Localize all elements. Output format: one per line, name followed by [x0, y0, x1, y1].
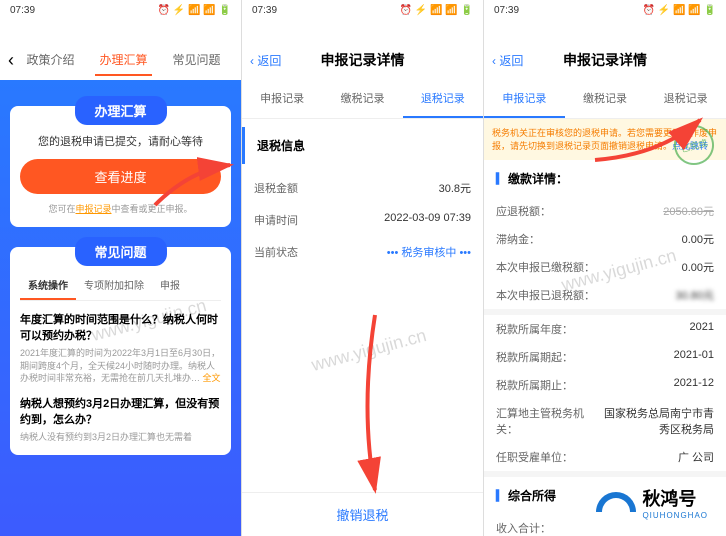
faq-tabs: 系统操作 专项附加扣除 申报: [20, 271, 221, 301]
tab-faq[interactable]: 常见问题: [168, 45, 224, 76]
table-row: 应退税额： 2050.80元: [484, 197, 726, 225]
value-period-start: 2021-01: [674, 349, 714, 365]
payment-details-title: 缴款详情：: [484, 160, 726, 197]
faq-answer-1: 2021年度汇算的时间为2022年3月1日至6月30日，期间跨度4个月，全天候2…: [20, 347, 221, 385]
refund-info-title: 退税信息: [242, 127, 483, 164]
faq-answer-2: 纳税人没有预约到3月2日办理汇算也无需着: [20, 431, 221, 444]
status-bar: 07:39 ⏰ ⚡ 📶 📶 🔋: [242, 0, 483, 20]
faq-tab-declare[interactable]: 申报: [152, 271, 188, 300]
value-late-fee: 0.00元: [682, 231, 714, 247]
submit-message: 您的退税申请已提交，请耐心等待: [20, 133, 221, 149]
value-refunded: 30.80元: [675, 287, 714, 303]
back-button[interactable]: ‹ 返回: [492, 52, 523, 69]
phone-screen-3: 07:39 ⏰ ⚡ 📶 📶 🔋 ‹ 返回 申报记录详情 申报记录 缴税记录 退税…: [484, 0, 726, 536]
tab-declare-record[interactable]: 申报记录: [242, 80, 322, 118]
tab-pay-record[interactable]: 缴税记录: [322, 80, 402, 118]
phone-screen-1: 07:39 ⏰ ⚡ 📶 📶 🔋 ‹ 政策介绍 办理汇算 常见问题 办理汇算 您的…: [0, 0, 242, 536]
page-title: 申报记录详情: [321, 50, 405, 70]
value-refund-amount: 30.8元: [439, 180, 471, 196]
table-row: 汇算地主管税务机关： 国家税务总局南宁市青秀区税务局: [484, 399, 726, 443]
table-row: 退税金额 30.8元: [242, 172, 483, 204]
process-card: 办理汇算 您的退税申请已提交，请耐心等待 查看进度 您可在申报记录中查看或更正申…: [10, 106, 231, 227]
tab-refund-record[interactable]: 退税记录: [403, 80, 483, 118]
label-status: 当前状态: [254, 244, 298, 260]
tab-declare-record[interactable]: 申报记录: [484, 80, 565, 118]
page-title: 申报记录详情: [563, 50, 647, 70]
status-bar: 07:39 ⏰ ⚡ 📶 📶 🔋: [484, 0, 726, 20]
record-tabs: 申报记录 缴税记录 退税记录: [484, 80, 726, 119]
tab-policy[interactable]: 政策介绍: [22, 45, 78, 76]
table-row: 任职受雇单位： 广 公司: [484, 443, 726, 471]
tab-pay-record[interactable]: 缴税记录: [565, 80, 646, 118]
tab-refund-record[interactable]: 退税记录: [645, 80, 726, 118]
table-row: 税款所属期起： 2021-01: [484, 343, 726, 371]
logo-en: QIUHONGHAO: [642, 511, 708, 520]
status-time: 07:39: [494, 5, 519, 16]
value-employer: 广 公司: [678, 449, 714, 465]
card-title: 常见问题: [74, 237, 166, 266]
main-tabs: 政策介绍 办理汇算 常见问题: [14, 45, 233, 76]
label-income-total: 收入合计：: [496, 520, 551, 536]
record-tabs: 申报记录 缴税记录 退税记录: [242, 80, 483, 119]
faq-card: 常见问题 系统操作 专项附加扣除 申报 年度汇算的时间范围是什么？纳税人何时可以…: [10, 247, 231, 455]
phone-screen-2: 07:39 ⏰ ⚡ 📶 📶 🔋 ‹ 返回 申报记录详情 申报记录 缴税记录 退税…: [242, 0, 484, 536]
value-apply-time: 2022-03-09 07:39: [384, 212, 471, 228]
back-button[interactable]: ‹ 返回: [250, 52, 281, 69]
brand-logo: 秋鸿号 QIUHONGHAO: [588, 478, 716, 526]
header: ‹ 返回 申报记录详情: [484, 40, 726, 80]
table-row: 滞纳金： 0.00元: [484, 225, 726, 253]
body: 办理汇算 您的退税申请已提交，请耐心等待 查看进度 您可在申报记录中查看或更正申…: [0, 80, 241, 536]
logo-cn: 秋鸿号: [642, 485, 708, 511]
status-time: 07:39: [252, 5, 277, 16]
faq-tab-deduct[interactable]: 专项附加扣除: [76, 271, 152, 300]
status-bar: 07:39 ⏰ ⚡ 📶 📶 🔋: [0, 0, 241, 20]
record-link[interactable]: 申报记录: [75, 204, 111, 214]
value-period-end: 2021-12: [674, 377, 714, 393]
value-tax-year: 2021: [690, 321, 714, 337]
table-row: 本次申报已缴税额： 0.00元: [484, 253, 726, 281]
label-refund-amount: 退税金额: [254, 180, 298, 196]
table-row: 当前状态 ••• 税务审核中 •••: [242, 236, 483, 268]
hint-text: 您可在申报记录中查看或更正申报。: [20, 202, 221, 215]
logo-icon: [596, 482, 636, 522]
cancel-refund-button[interactable]: 撤销退税: [242, 492, 483, 536]
value-tax-authority: 国家税务总局南宁市青秀区税务局: [594, 405, 714, 437]
status-icons: ⏰ ⚡ 📶 📶 🔋: [158, 5, 231, 16]
value-refund-due: 2050.80元: [663, 203, 714, 219]
view-progress-button[interactable]: 查看进度: [20, 159, 221, 194]
label-apply-time: 申请时间: [254, 212, 298, 228]
table-row: 申请时间 2022-03-09 07:39: [242, 204, 483, 236]
table-row: 税款所属年度： 2021: [484, 315, 726, 343]
header: ‹ 政策介绍 办理汇算 常见问题: [0, 40, 241, 80]
faq-question-1[interactable]: 年度汇算的时间范围是什么？纳税人何时可以预约办税？: [20, 311, 221, 343]
card-title: 办理汇算: [74, 96, 166, 125]
table-row: 税款所属期止： 2021-12: [484, 371, 726, 399]
header: ‹ 返回 申报记录详情: [242, 40, 483, 80]
value-status[interactable]: ••• 税务审核中 •••: [387, 244, 471, 260]
table-row: 本次申报已退税额： 30.80元: [484, 281, 726, 309]
tab-process[interactable]: 办理汇算: [95, 45, 151, 76]
faq-tab-system[interactable]: 系统操作: [20, 271, 76, 300]
status-time: 07:39: [10, 5, 35, 16]
status-icons: ⏰ ⚡ 📶 📶 🔋: [643, 5, 716, 16]
status-icons: ⏰ ⚡ 📶 📶 🔋: [400, 5, 473, 16]
faq-question-2[interactable]: 纳税人想预约3月2日办理汇算，但没有预约到，怎么办？: [20, 395, 221, 427]
read-more-link[interactable]: 全文: [203, 373, 221, 383]
value-paid: 0.00元: [682, 259, 714, 275]
